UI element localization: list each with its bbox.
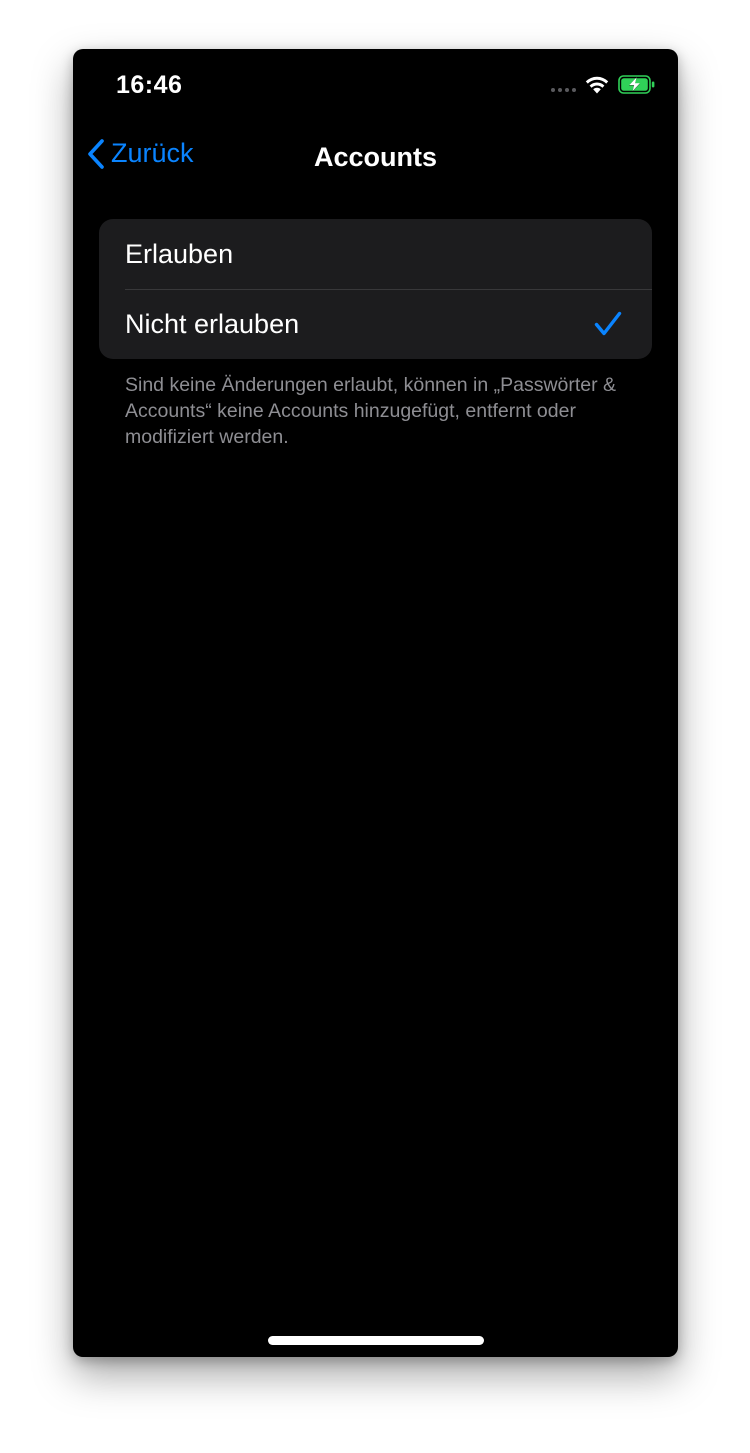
home-indicator[interactable] — [268, 1336, 484, 1345]
checkmark-icon — [594, 311, 622, 336]
options-group: Erlauben Nicht erlauben — [99, 219, 652, 359]
status-icons — [551, 75, 656, 94]
option-disallow[interactable]: Nicht erlauben — [99, 289, 652, 359]
cellular-signal-icon — [551, 87, 576, 92]
status-time: 16:46 — [116, 71, 183, 99]
wifi-icon — [585, 76, 609, 94]
battery-charging-icon — [618, 75, 655, 94]
option-allow[interactable]: Erlauben — [99, 219, 652, 289]
footer-note: Sind keine Änderungen erlaubt, können in… — [125, 374, 617, 448]
option-label: Erlauben — [125, 238, 234, 269]
option-label: Nicht erlauben — [125, 308, 300, 339]
navigation-bar: Zurück Accounts — [73, 134, 678, 178]
phone-screen: 16:46 Zurück Accounts Erlauben Nicht erl… — [73, 49, 678, 1357]
page-title: Accounts — [313, 142, 438, 172]
